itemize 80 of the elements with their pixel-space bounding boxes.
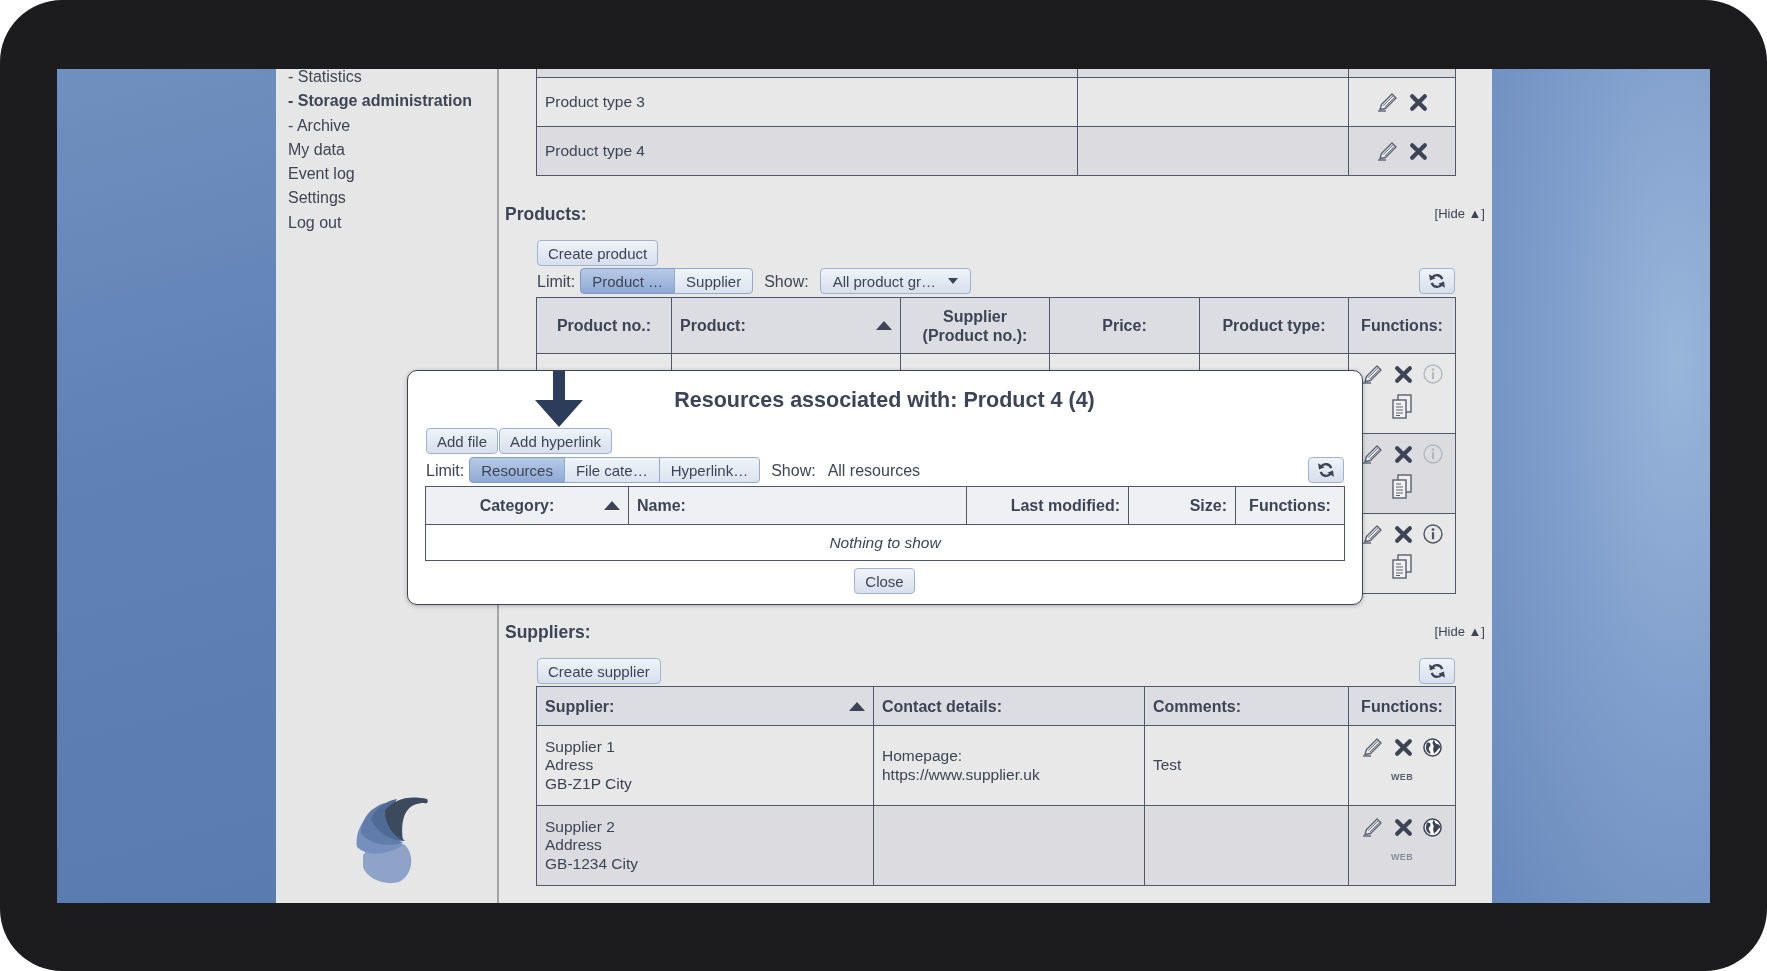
- dropdown[interactable]: All product gr…: [819, 268, 971, 294]
- column-header[interactable]: Supplier (Product no.):: [900, 297, 1050, 354]
- create-button[interactable]: Create supplier: [537, 658, 661, 684]
- column-header[interactable]: Price:: [1049, 297, 1200, 354]
- section-title: Products:: [505, 204, 587, 224]
- refresh-icon: [1317, 461, 1335, 479]
- filter-tab[interactable]: File cate…: [563, 457, 660, 483]
- column-header[interactable]: Product type:: [1199, 297, 1349, 354]
- sidebar-item[interactable]: Settings: [288, 190, 346, 207]
- add-file-button[interactable]: Add file: [426, 428, 499, 454]
- refresh-button[interactable]: [1308, 457, 1344, 483]
- limit-label: Limit:: [426, 460, 465, 480]
- delete-icon[interactable]: [1393, 524, 1413, 544]
- section-title: Suppliers:: [505, 622, 591, 642]
- sort-ascending-icon: [849, 701, 865, 711]
- hide-link[interactable]: [Hide ▲]: [1434, 624, 1485, 640]
- sort-ascending-icon: [876, 321, 892, 330]
- table-cell: Homepage: https://www.supplier.uk: [873, 725, 1145, 806]
- pencil-icon[interactable]: [1376, 92, 1399, 112]
- column-header[interactable]: Contact details:: [873, 686, 1145, 726]
- filter-tab[interactable]: Product …: [580, 268, 676, 294]
- pencil-icon[interactable]: [1376, 141, 1399, 161]
- filter-tab[interactable]: Supplier: [674, 268, 754, 294]
- caret-down-icon: [948, 278, 958, 284]
- column-header[interactable]: Category:: [425, 486, 629, 525]
- globe-icon[interactable]: [1423, 817, 1442, 837]
- column-header[interactable]: Comments:: [1144, 686, 1349, 726]
- show-label: Show:: [771, 460, 816, 480]
- column-header[interactable]: Functions:: [1348, 297, 1456, 354]
- column-header[interactable]: Product:: [671, 297, 901, 354]
- refresh-icon: [1428, 662, 1446, 680]
- show-label: Show:: [764, 271, 809, 291]
- refresh-button[interactable]: [1419, 658, 1455, 684]
- column-header[interactable]: Size:: [1128, 486, 1236, 525]
- globe-icon[interactable]: [1423, 737, 1442, 757]
- filter-tab[interactable]: Resources: [469, 457, 565, 483]
- create-button[interactable]: Create product: [537, 240, 659, 266]
- refresh-button[interactable]: [1419, 268, 1455, 294]
- column-header[interactable]: Name:: [628, 486, 967, 525]
- column-header[interactable]: Last modified:: [966, 486, 1129, 525]
- documents-icon[interactable]: [1392, 474, 1412, 499]
- info-icon[interactable]: [1422, 524, 1443, 544]
- refresh-icon: [1428, 272, 1446, 290]
- add-hyperlink-button[interactable]: Add hyperlink: [499, 428, 612, 454]
- limit-label: Limit:: [537, 271, 576, 291]
- documents-icon[interactable]: [1392, 394, 1412, 419]
- delete-icon[interactable]: [1408, 141, 1428, 161]
- show-value: All resources: [827, 460, 921, 480]
- down-arrow-icon: [535, 371, 583, 427]
- table-cell: Supplier 1 Adress GB-Z1P City: [536, 725, 874, 806]
- sidebar-item[interactable]: - Archive: [288, 117, 351, 134]
- sort-ascending-icon: [604, 501, 620, 510]
- sidebar-item[interactable]: Log out: [288, 214, 342, 231]
- delete-icon[interactable]: [1408, 92, 1428, 112]
- table-cell: Product type 3: [536, 77, 1078, 127]
- table-cell: Supplier 2 Address GB-1234 City: [536, 805, 874, 886]
- delete-icon[interactable]: [1393, 444, 1413, 464]
- delete-icon[interactable]: [1394, 737, 1413, 757]
- table-cell: Test: [1144, 725, 1349, 806]
- sidebar-item[interactable]: My data: [288, 141, 345, 158]
- delete-icon[interactable]: [1394, 817, 1413, 837]
- pencil-icon[interactable]: [1361, 364, 1384, 384]
- table-cell: Product type 4: [536, 126, 1078, 176]
- empty-message: Nothing to show: [425, 524, 1345, 561]
- pencil-icon[interactable]: [1362, 737, 1384, 757]
- filter-tab[interactable]: Hyperlink…: [658, 457, 761, 483]
- column-header[interactable]: Product no.:: [536, 297, 672, 354]
- dialog-title: Resources associated with: Product 4 (4): [673, 387, 1096, 413]
- close-button[interactable]: Close: [854, 568, 915, 594]
- column-header[interactable]: Supplier:: [536, 686, 874, 726]
- delete-icon[interactable]: [1393, 364, 1413, 384]
- column-header[interactable]: Functions:: [1348, 686, 1456, 726]
- sidebar-item[interactable]: - Storage administration: [288, 93, 473, 110]
- pencil-icon[interactable]: [1362, 817, 1384, 837]
- sidebar-item[interactable]: Event log: [288, 166, 355, 183]
- sidebar-item[interactable]: - Statistics: [288, 69, 362, 85]
- documents-icon[interactable]: [1392, 554, 1412, 579]
- web-label[interactable]: WEB: [1391, 772, 1413, 783]
- column-header[interactable]: Functions:: [1235, 486, 1345, 525]
- hide-link[interactable]: [Hide ▲]: [1434, 206, 1485, 222]
